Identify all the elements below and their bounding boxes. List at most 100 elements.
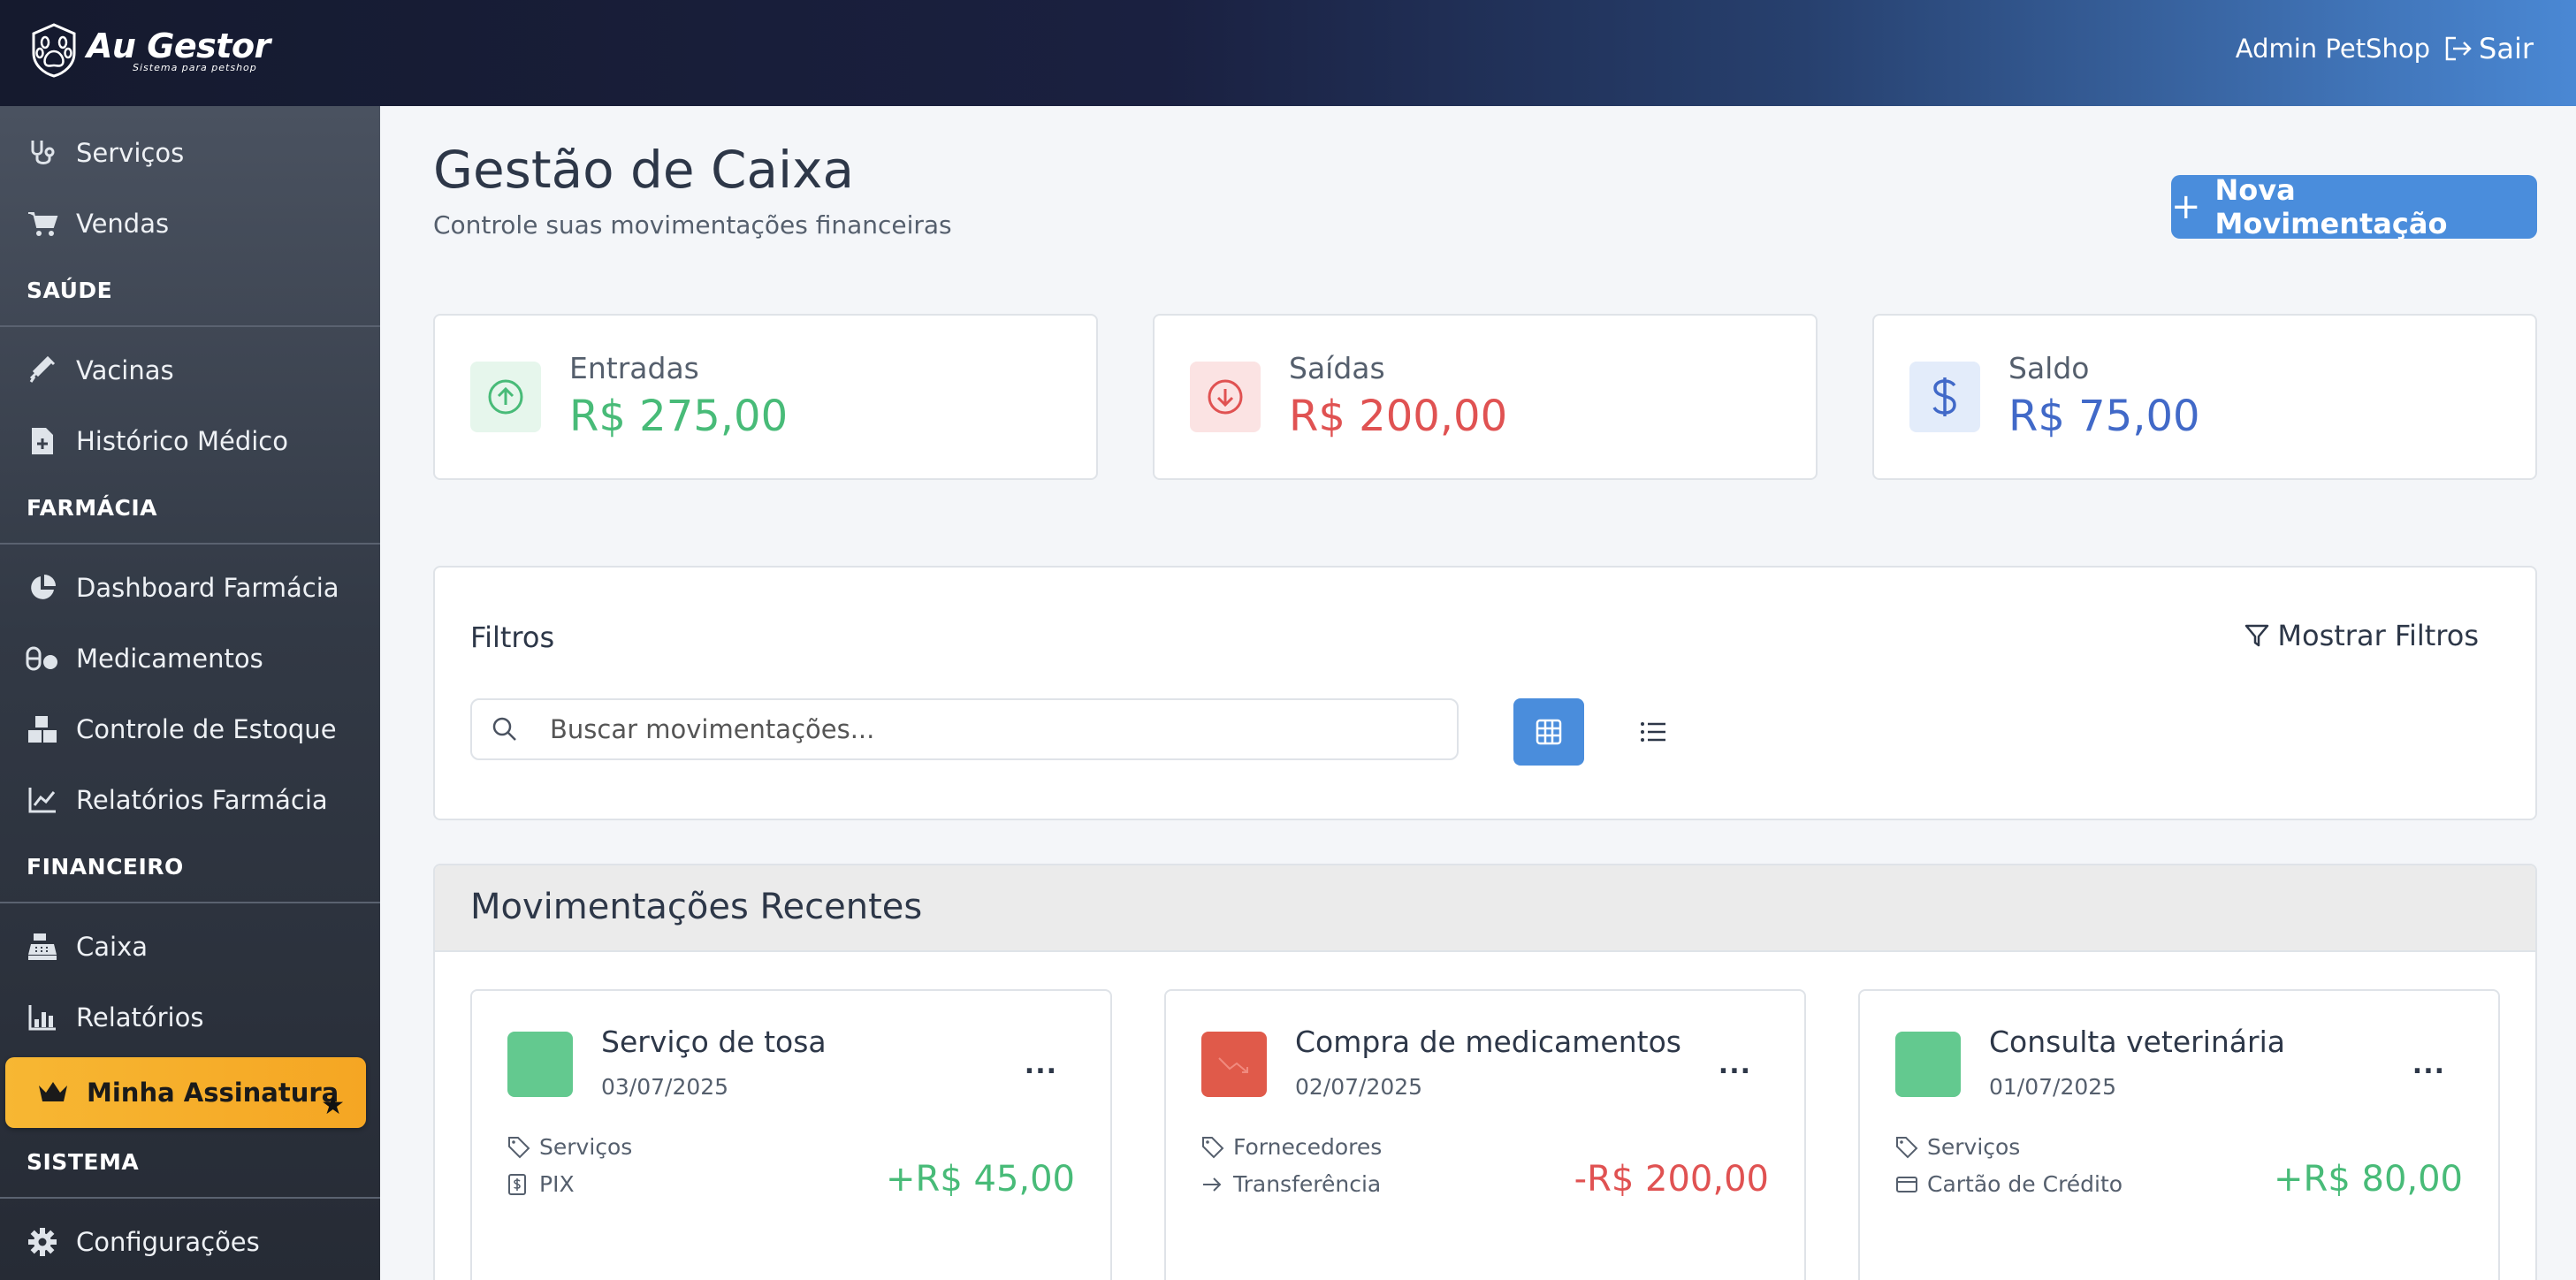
app-logo[interactable]: Au Gestor Sistema para petshop	[30, 23, 271, 78]
movement-amount: +R$ 80,00	[2274, 1159, 2463, 1200]
funnel-icon	[2245, 624, 2269, 647]
movement-method-label: PIX	[539, 1171, 575, 1197]
user-name: Admin PetShop	[2235, 34, 2430, 64]
new-movement-label: Nova Movimentação	[2214, 173, 2448, 240]
sidebar-item-vendas[interactable]: Vendas	[0, 193, 380, 255]
movement-date: 03/07/2025	[601, 1074, 729, 1100]
gear-icon	[25, 1224, 60, 1260]
show-filters-button[interactable]: Mostrar Filtros	[2244, 619, 2479, 652]
arrow-right-icon	[1201, 1175, 1226, 1194]
new-movement-button[interactable]: + Nova Movimentação	[2171, 173, 2537, 240]
movement-amount: +R$ 45,00	[886, 1159, 1075, 1200]
recent-movements-header: Movimentações Recentes	[435, 865, 2535, 952]
sidebar-divider	[0, 325, 380, 327]
movement-title: Compra de medicamentos	[1295, 1025, 1681, 1059]
movement-type-icon	[507, 1032, 573, 1097]
sidebar-item-dashboard-farmacia[interactable]: Dashboard Farmácia	[0, 557, 380, 619]
stat-value: R$ 275,00	[569, 392, 789, 441]
star-icon: ★	[321, 1090, 345, 1121]
sidebar-item-label: Relatórios Farmácia	[76, 785, 328, 815]
movement-method: PIX	[507, 1171, 575, 1197]
stat-card-entradas: Entradas R$ 275,00	[433, 314, 1098, 480]
section-title-farmacia: FARMÁCIA	[27, 495, 158, 521]
movement-category-label: Serviços	[539, 1134, 633, 1160]
sidebar-item-relatorios-farmacia[interactable]: Relatórios Farmácia	[0, 769, 380, 831]
sidebar-item-label: Dashboard Farmácia	[76, 573, 339, 603]
boxes-icon	[25, 712, 60, 747]
movement-title: Consulta veterinária	[1989, 1025, 2285, 1059]
cart-icon	[25, 206, 60, 241]
arrow-up-circle-icon	[470, 362, 541, 432]
sidebar-item-label: Vendas	[76, 209, 170, 239]
grid-view-button[interactable]	[1513, 698, 1584, 766]
sidebar: Serviços Vendas SAÚDE Vacinas Histórico …	[0, 106, 380, 1280]
movement-category: Serviços	[507, 1134, 632, 1160]
stat-label: Saídas	[1289, 351, 1385, 385]
subscription-label: Minha Assinatura	[87, 1078, 339, 1108]
sidebar-item-vacinas[interactable]: Vacinas	[0, 339, 380, 401]
logout-icon	[2445, 36, 2472, 61]
movement-card[interactable]: Compra de medicamentos 02/07/2025 ... Fo…	[1164, 989, 1806, 1280]
sidebar-item-historico-medico[interactable]: Histórico Médico	[0, 410, 380, 472]
search-box[interactable]	[470, 698, 1459, 760]
movement-amount: -R$ 200,00	[1574, 1159, 1769, 1200]
sidebar-item-medicamentos[interactable]: Medicamentos	[0, 628, 380, 690]
sidebar-item-label: Vacinas	[76, 355, 174, 385]
movement-category: Fornecedores	[1201, 1134, 1382, 1160]
movement-method-label: Cartão de Crédito	[1927, 1171, 2123, 1197]
subscription-button[interactable]: Minha Assinatura ★	[5, 1057, 366, 1128]
movement-date: 02/07/2025	[1295, 1074, 1423, 1100]
logout-button[interactable]: Sair	[2443, 32, 2534, 65]
bar-chart-icon	[25, 1000, 60, 1035]
page-subtitle: Controle suas movimentações financeiras	[433, 210, 952, 240]
sidebar-item-controle-estoque[interactable]: Controle de Estoque	[0, 698, 380, 760]
sidebar-item-label: Caixa	[76, 932, 149, 962]
stat-card-saidas: Saídas R$ 200,00	[1153, 314, 1818, 480]
trending-down-icon	[1201, 1032, 1267, 1097]
grid-icon	[1536, 719, 1562, 745]
sidebar-item-servicos[interactable]: Serviços	[0, 122, 380, 184]
show-filters-label: Mostrar Filtros	[2277, 619, 2479, 652]
tag-icon	[1895, 1136, 1920, 1159]
filters-panel: Filtros Mostrar Filtros	[433, 566, 2537, 820]
stat-value: R$ 200,00	[1289, 392, 1508, 441]
recent-movements-title: Movimentações Recentes	[470, 887, 923, 927]
tag-icon	[507, 1136, 532, 1159]
stat-label: Saldo	[2008, 351, 2090, 385]
more-options-button[interactable]: ...	[2412, 1049, 2445, 1080]
stat-value: R$ 75,00	[2008, 392, 2200, 441]
section-title-financeiro: FINANCEIRO	[27, 854, 184, 880]
logout-label: Sair	[2479, 32, 2534, 65]
credit-card-icon	[1895, 1175, 1920, 1194]
sidebar-item-caixa[interactable]: Caixa	[0, 916, 380, 978]
paw-logo-icon	[32, 23, 76, 78]
sidebar-item-label: Histórico Médico	[76, 426, 288, 456]
plus-icon: +	[2171, 187, 2201, 227]
receipt-icon	[507, 1173, 532, 1196]
movement-category: Serviços	[1895, 1134, 2020, 1160]
sidebar-divider	[0, 543, 380, 545]
movement-method-label: Transferência	[1233, 1171, 1382, 1197]
more-options-button[interactable]: ...	[1719, 1049, 1751, 1080]
line-chart-icon	[25, 782, 60, 818]
movement-method: Cartão de Crédito	[1895, 1171, 2123, 1197]
more-options-button[interactable]: ...	[1025, 1049, 1057, 1080]
sidebar-item-label: Configurações	[76, 1227, 260, 1257]
section-title-sistema: SISTEMA	[27, 1149, 140, 1175]
sidebar-item-relatorios[interactable]: Relatórios	[0, 987, 380, 1048]
search-input[interactable]	[550, 714, 1416, 744]
sidebar-item-label: Controle de Estoque	[76, 714, 337, 744]
movement-category-label: Fornecedores	[1233, 1134, 1383, 1160]
pie-chart-icon	[25, 570, 60, 606]
arrow-down-circle-icon	[1190, 362, 1261, 432]
sidebar-item-configuracoes[interactable]: Configurações	[0, 1211, 380, 1273]
sidebar-divider	[0, 1197, 380, 1199]
stat-label: Entradas	[569, 351, 699, 385]
sidebar-item-label: Medicamentos	[76, 644, 263, 674]
stethoscope-icon	[25, 135, 60, 171]
movement-card[interactable]: Serviço de tosa 03/07/2025 ... Serviços …	[470, 989, 1112, 1280]
movement-card[interactable]: Consulta veterinária 01/07/2025 ... Serv…	[1858, 989, 2500, 1280]
list-icon	[1641, 722, 1665, 742]
list-view-button[interactable]	[1618, 698, 1688, 766]
sidebar-divider	[0, 902, 380, 903]
